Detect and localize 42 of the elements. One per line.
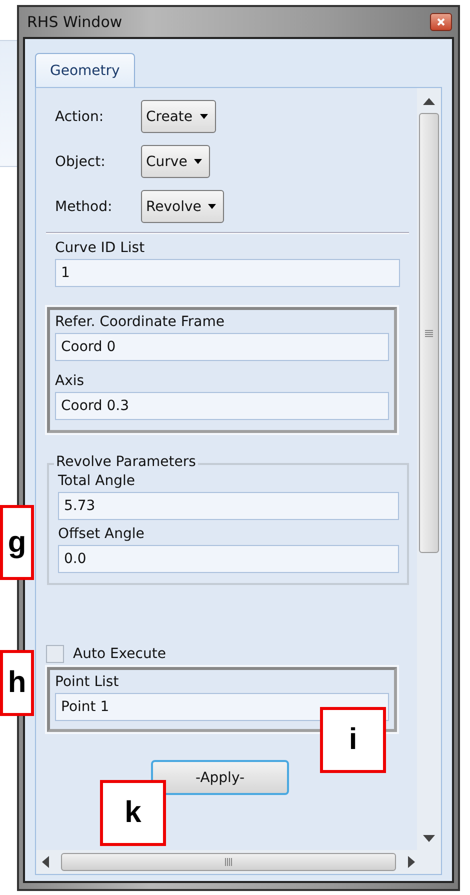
scroll-thumb[interactable] <box>61 853 396 871</box>
apply-button[interactable]: -Apply- <box>151 760 289 795</box>
callout-label: g <box>0 505 34 580</box>
checkbox[interactable] <box>46 645 64 663</box>
caret-icon <box>208 204 216 209</box>
scroll-up-icon <box>423 98 435 105</box>
grip-icon <box>425 330 433 336</box>
field-label: Total Angle <box>58 473 136 489</box>
callout-label: i <box>320 707 386 773</box>
field-label: Axis <box>55 373 86 389</box>
text-field[interactable]: Coord 0 <box>55 333 389 361</box>
text-field[interactable]: Point 1 <box>55 693 389 721</box>
field-label: Object: <box>55 154 106 170</box>
close-icon <box>437 18 445 26</box>
text-field[interactable]: 1 <box>55 259 400 287</box>
grip-icon <box>225 858 232 866</box>
field-label: Point List <box>55 674 120 690</box>
dropdown-button[interactable]: Create <box>141 100 216 133</box>
field-label: Method: <box>55 198 114 214</box>
scroll-thumb[interactable] <box>419 113 439 553</box>
callout-label: h <box>0 650 34 716</box>
text-field[interactable]: 5.73 <box>58 492 399 520</box>
field-label: Action: <box>55 108 105 124</box>
caret-icon <box>200 114 208 119</box>
vertical-scrollbar[interactable] <box>417 88 441 850</box>
dropdown-button[interactable]: Revolve <box>141 190 224 223</box>
scroll-left-icon <box>42 856 49 868</box>
horizontal-scrollbar[interactable] <box>36 850 441 874</box>
tab[interactable]: Geometry <box>35 53 135 87</box>
field-label: Refer. Coordinate Frame <box>55 314 226 330</box>
checkbox-label: Auto Execute <box>73 646 166 662</box>
callout-label: k <box>100 780 166 846</box>
dropdown-button[interactable]: Curve <box>141 145 210 178</box>
close-button[interactable] <box>430 13 452 31</box>
scroll-right-icon <box>408 856 415 868</box>
scroll-down-icon <box>423 835 435 842</box>
window-title: RHS Window <box>27 13 122 31</box>
field-label: Offset Angle <box>58 526 146 542</box>
text-field[interactable]: Coord 0.3 <box>55 392 389 420</box>
caret-icon <box>194 159 202 164</box>
text-field[interactable]: 0.0 <box>58 545 399 573</box>
field-label: Curve ID List <box>55 240 146 256</box>
